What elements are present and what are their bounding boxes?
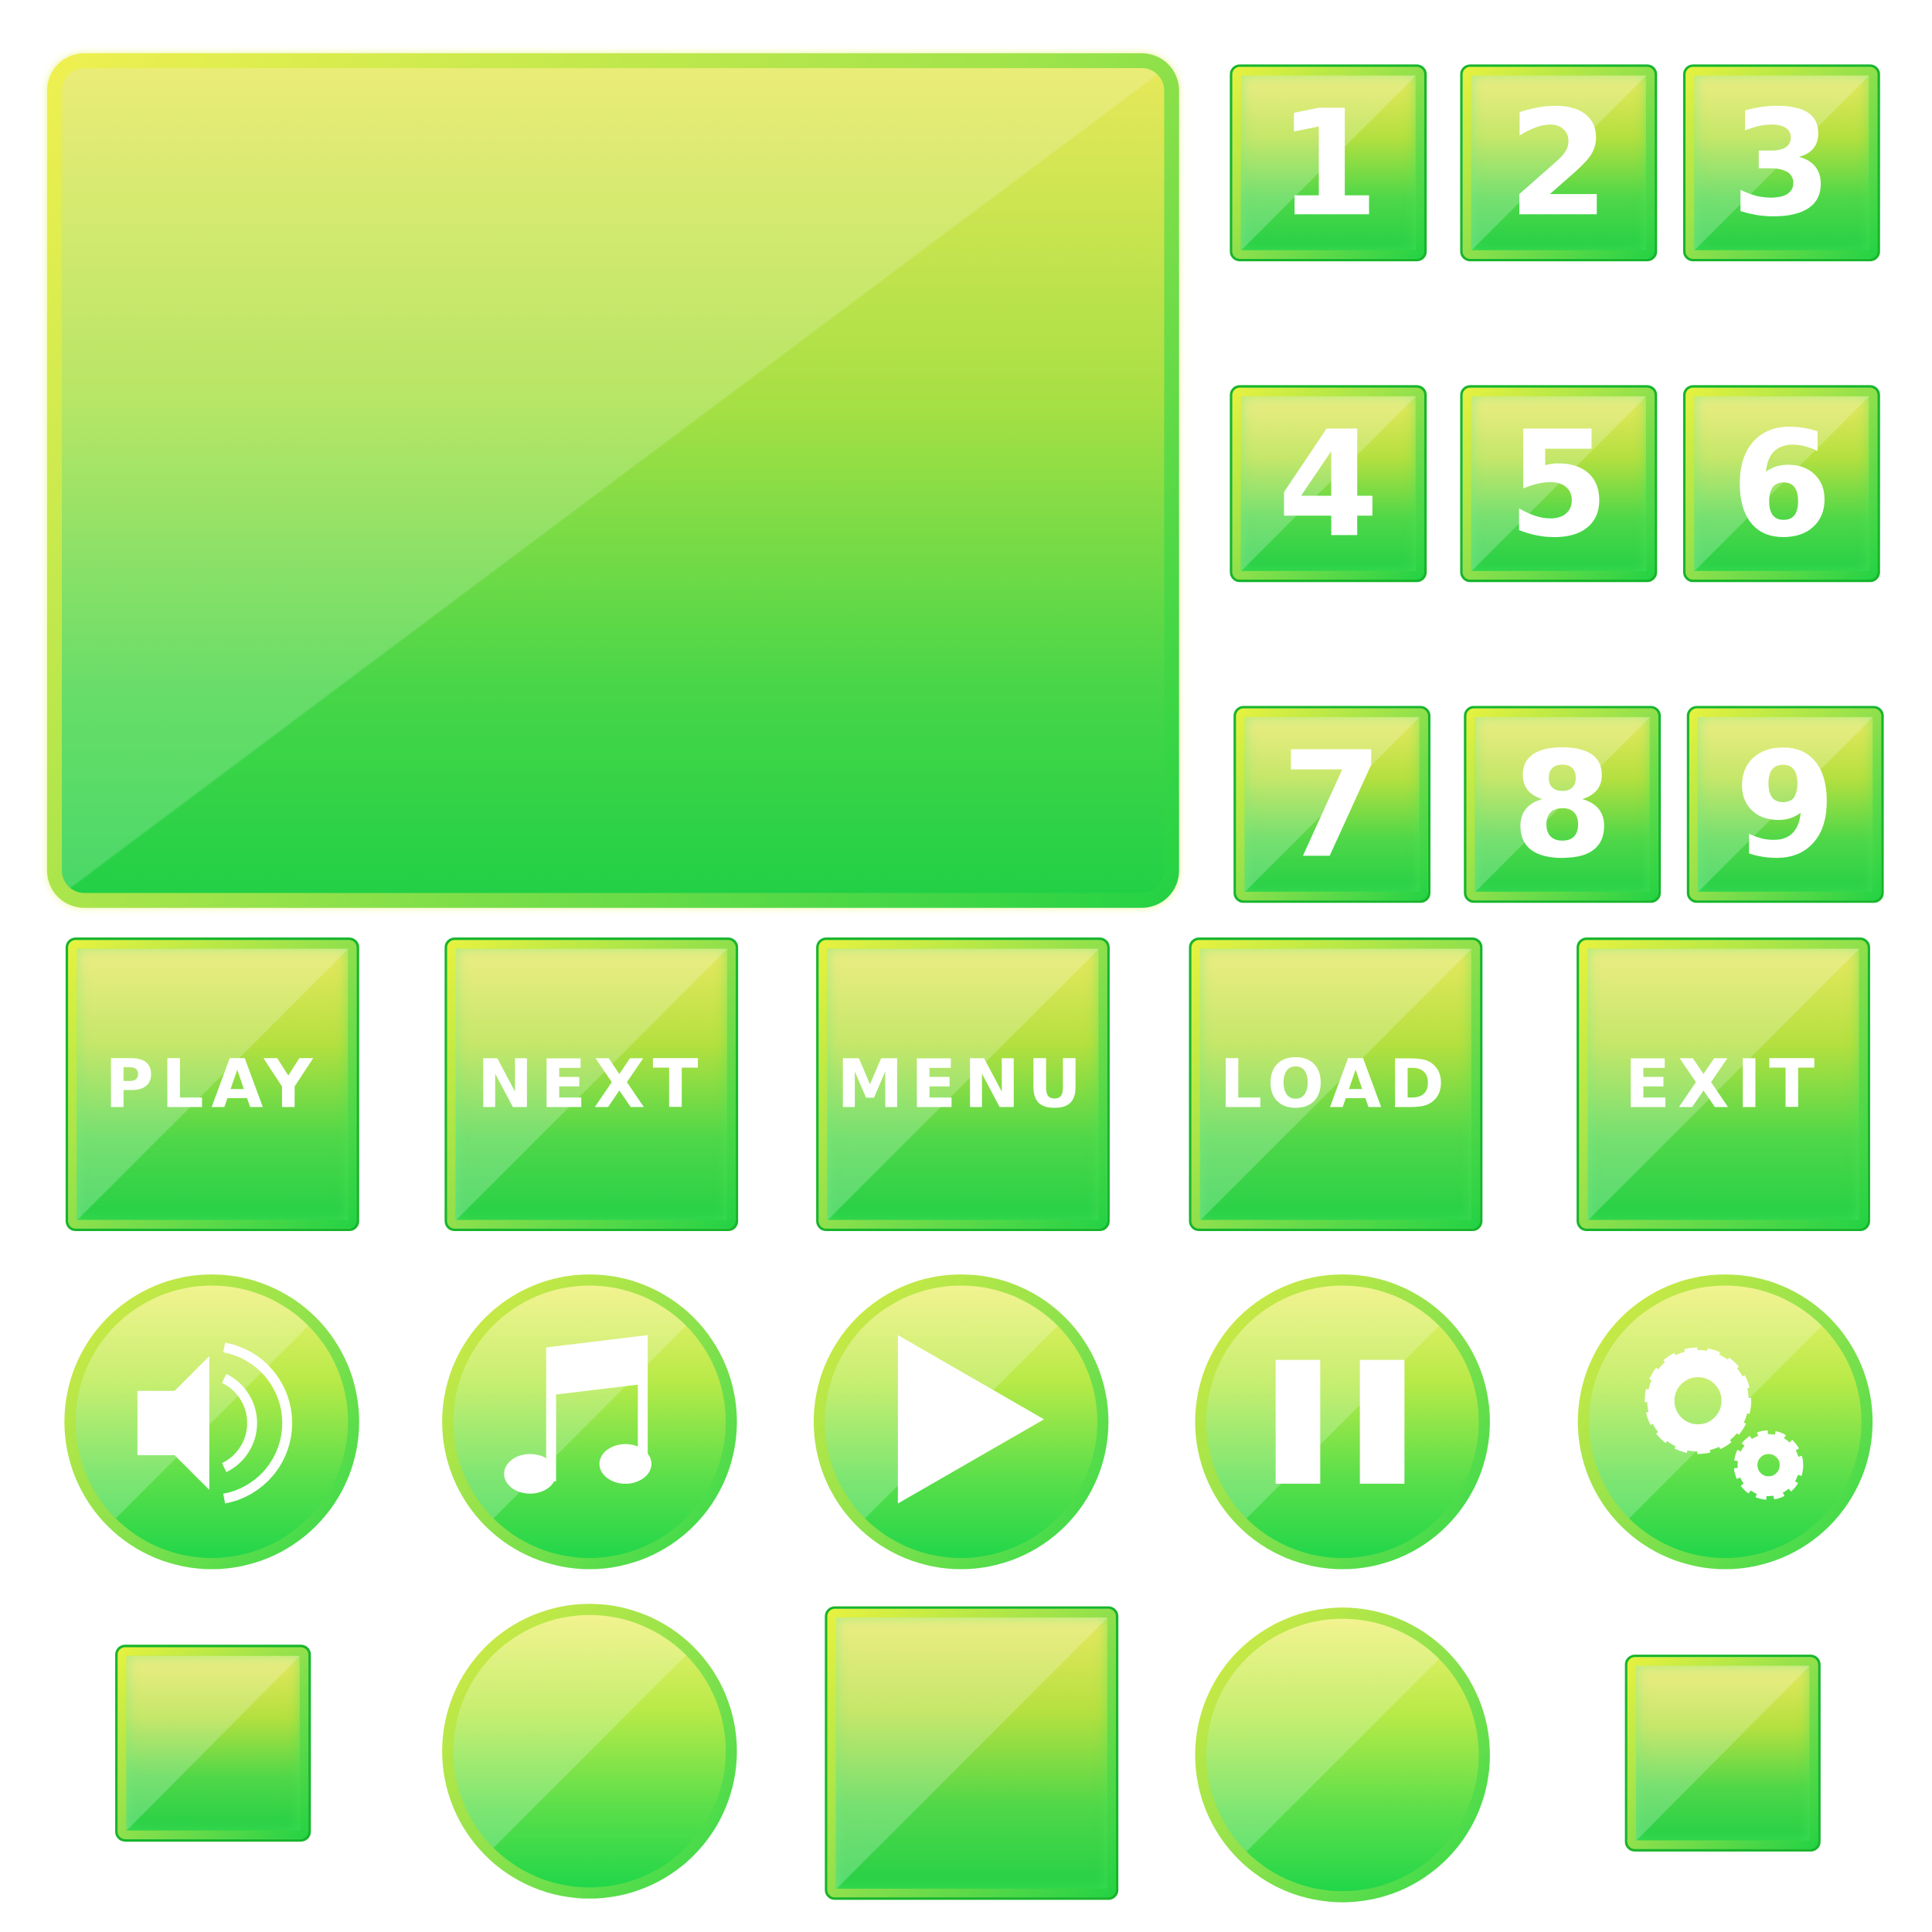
settings-button[interactable] [1577,1274,1873,1570]
blank-square-button-large[interactable] [825,1606,1119,1900]
number-label: 1 [1277,77,1379,249]
number-button-2[interactable]: 2 [1460,64,1658,262]
play-button[interactable]: PLAY [65,937,359,1231]
menu-button[interactable]: MENU [816,937,1110,1231]
exit-button[interactable]: EXIT [1577,937,1870,1231]
play-icon-button[interactable] [813,1274,1109,1570]
display-panel [46,53,1179,908]
number-label: 8 [1511,719,1614,890]
number-button-5[interactable]: 5 [1460,385,1658,583]
number-button-3[interactable]: 3 [1682,64,1880,262]
number-button-6[interactable]: 6 [1682,385,1880,583]
load-label: LOAD [1219,1045,1452,1124]
number-button-4[interactable]: 4 [1230,385,1427,583]
number-button-8[interactable]: 8 [1464,706,1662,903]
play-label: PLAY [104,1045,321,1124]
number-button-1[interactable]: 1 [1230,64,1427,262]
speaker-icon [137,1342,293,1504]
number-label: 3 [1730,77,1833,249]
load-button[interactable]: LOAD [1189,937,1483,1231]
blank-round-button[interactable] [1195,1607,1490,1903]
number-label: 4 [1277,398,1379,570]
gears-icon [1645,1347,1804,1500]
next-button[interactable]: NEXT [444,937,739,1231]
number-label: 2 [1508,77,1610,249]
number-button-7[interactable]: 7 [1233,706,1431,903]
number-label: 9 [1734,719,1836,890]
blank-square-button-small[interactable] [1624,1655,1821,1852]
game-ui-kit: 1 2 3 4 5 6 7 8 9 PLAY NEXT MENU LOAD EX… [0,0,1932,1932]
music-note-icon [504,1335,651,1494]
number-label: 5 [1508,398,1610,570]
music-button[interactable] [442,1274,737,1570]
sound-button[interactable] [64,1274,359,1570]
pause-button[interactable] [1195,1274,1490,1570]
next-label: NEXT [477,1045,706,1124]
blank-square-button-small[interactable] [115,1645,311,1842]
blank-round-button[interactable] [442,1604,737,1899]
number-label: 6 [1730,398,1833,570]
play-icon [897,1335,1044,1504]
exit-label: EXIT [1624,1045,1822,1124]
number-label: 7 [1281,719,1383,890]
number-button-9[interactable]: 9 [1686,706,1884,903]
menu-label: MENU [836,1045,1090,1124]
pause-icon [1275,1359,1405,1484]
